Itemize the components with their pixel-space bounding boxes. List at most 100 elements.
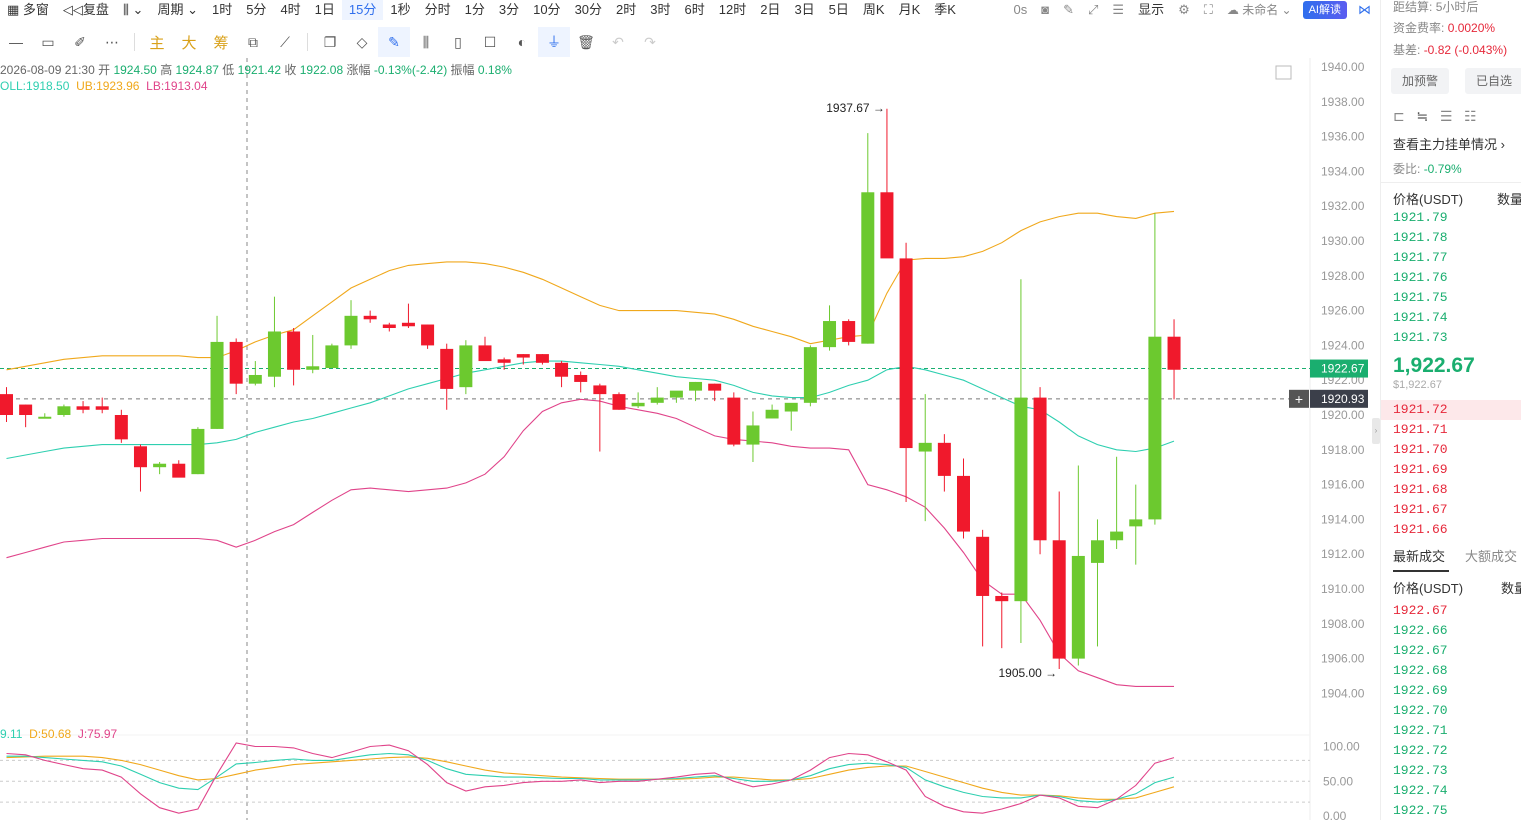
ask-row[interactable]: 1921.79 (1393, 210, 1448, 225)
tab-large-trades[interactable]: 大额成交 (1465, 546, 1517, 565)
cursor-line-icon[interactable]: — (0, 27, 32, 57)
rectangle-icon[interactable]: ▭ (32, 27, 64, 57)
filter-icon[interactable]: ⏚ (538, 27, 570, 57)
indicator-chips-button[interactable]: 筹 (205, 27, 237, 57)
period-1s[interactable]: 1秒 (383, 0, 417, 20)
tab-latest-trades[interactable]: 最新成交 (1393, 546, 1445, 565)
view-bids-icon[interactable]: ≒ (1416, 108, 1428, 124)
period-1m[interactable]: 1分 (458, 0, 492, 20)
period-1d[interactable]: 1日 (308, 0, 342, 20)
ai-analysis-button[interactable]: AI解读 (1302, 1, 1347, 19)
orderbook-view-icons[interactable]: ⊏ ≒ ☰ ☷ (1393, 108, 1477, 125)
period-2d[interactable]: 2日 (753, 0, 787, 20)
period-10m[interactable]: 10分 (526, 0, 567, 20)
candles-icon[interactable]: ⫼ (410, 27, 442, 57)
bid-row[interactable]: 1921.68 (1393, 482, 1448, 497)
bid-row[interactable]: 1921.69 (1393, 462, 1448, 477)
ask-row[interactable]: 1921.73 (1393, 330, 1448, 345)
close-label: 收 (284, 63, 297, 77)
copy-icon[interactable]: ❐ (314, 27, 346, 57)
favorite-button[interactable]: 已自选 (1465, 68, 1521, 94)
period-timeshare[interactable]: 分时 (418, 0, 458, 20)
trash-icon[interactable]: 🗑 (570, 27, 602, 57)
settle-row: 距结算: 5小时后 (1393, 0, 1478, 15)
candle-body (880, 192, 894, 259)
ask-row[interactable]: 1921.78 (1393, 230, 1448, 245)
kdj-d-line (6, 755, 1175, 800)
eraser-icon[interactable]: ◇ (346, 27, 378, 57)
measure-icon[interactable]: ⟋ (269, 27, 301, 57)
period-5m[interactable]: 5分 (239, 0, 273, 20)
period-3h[interactable]: 3时 (643, 0, 677, 20)
camera-icon[interactable]: ◙ (1034, 0, 1056, 20)
period-quarter[interactable]: 季K (927, 0, 963, 20)
orderbook-header: 价格(USDT) 数量 (1393, 189, 1521, 208)
period-1h[interactable]: 1时 (205, 0, 239, 20)
candle-body (210, 341, 224, 429)
kline-chart[interactable]: 1940.00 1938.00 1936.00 1934.00 1932.00 1930.… (0, 58, 1378, 820)
fullscreen-icon[interactable]: ⛶ (1197, 0, 1220, 20)
replay-button[interactable]: ◁◁复盘 (56, 0, 116, 20)
settle-value: 5小时后 (1435, 0, 1479, 14)
period-6h[interactable]: 6时 (678, 0, 712, 20)
ask-row[interactable]: 1921.77 (1393, 250, 1448, 265)
period-week[interactable]: 周K (856, 0, 892, 20)
display-button[interactable]: 显示 (1131, 0, 1171, 20)
multi-window-button[interactable]: ▦ 多窗 (0, 0, 56, 20)
period-5d[interactable]: 5日 (822, 0, 856, 20)
period-30m[interactable]: 30分 (568, 0, 609, 20)
pencil-icon[interactable]: ✎ (1056, 0, 1081, 20)
candle-body (114, 415, 128, 440)
ask-row[interactable]: 1921.74 (1393, 310, 1448, 325)
ask-row[interactable]: 1921.75 (1393, 290, 1448, 305)
settings-list-icon[interactable]: ☰ (1105, 0, 1131, 20)
magnet-icon[interactable]: ◐ (506, 27, 538, 57)
boll-info: OLL:1918.50 UB:1923.96 LB:1913.04 (0, 79, 208, 93)
expand-icon[interactable]: ⤢ (1081, 0, 1105, 20)
period-15m[interactable]: 15分 (341, 0, 384, 20)
view-both-icon[interactable]: ⊏ (1393, 108, 1405, 124)
note-edit-icon[interactable]: ☐ (474, 27, 506, 57)
draw-pen-icon[interactable]: ✎ (378, 27, 410, 57)
candle-body (133, 446, 147, 468)
bid-row[interactable]: 1921.67 (1393, 502, 1448, 517)
collapse-panel-handle[interactable]: › (1372, 418, 1380, 444)
candle-body (765, 409, 779, 419)
bid-row[interactable]: 1921.72 (1393, 402, 1448, 417)
bid-row[interactable]: 1921.71 (1393, 422, 1448, 437)
candle-body (669, 390, 683, 398)
period-2h[interactable]: 2时 (609, 0, 643, 20)
undo-icon[interactable]: ↶ (602, 27, 634, 57)
indicator-large-button[interactable]: 大 (173, 27, 205, 57)
divider (134, 33, 135, 51)
view-list-icon[interactable]: ☷ (1464, 108, 1477, 124)
more-icon[interactable]: ⋯ (96, 27, 128, 57)
main-orders-link[interactable]: 查看主力挂单情况 › (1393, 134, 1505, 153)
brush-icon[interactable]: ✐ (64, 27, 96, 57)
share-icon[interactable]: ⋈ (1351, 0, 1378, 20)
trade-row: 1922.69 (1393, 683, 1448, 698)
bid-row[interactable]: 1921.66 (1393, 522, 1448, 537)
clipboard-icon[interactable]: ▯ (442, 27, 474, 57)
period-dropdown[interactable]: 周期 ⌄ (150, 0, 205, 20)
price-tick-label: 1910.00 (1321, 582, 1365, 596)
bid-row[interactable]: 1921.70 (1393, 442, 1448, 457)
period-3m[interactable]: 3分 (492, 0, 526, 20)
redo-icon[interactable]: ↷ (634, 27, 666, 57)
funding-value: 0.0020% (1447, 21, 1496, 35)
gear-icon[interactable]: ⚙ (1171, 0, 1197, 20)
compare-icon[interactable]: ⧉ (237, 27, 269, 57)
chart-type-dropdown[interactable]: ⫼ ⌄ (116, 0, 151, 20)
candle-body (976, 536, 990, 596)
period-month[interactable]: 月K (892, 0, 928, 20)
layout-save-button[interactable]: ☁ 未命名 ⌄ (1220, 0, 1299, 20)
period-3d[interactable]: 3日 (787, 0, 821, 20)
open-label: 开 (98, 63, 111, 77)
view-asks-icon[interactable]: ☰ (1440, 108, 1453, 124)
boll-lower-label: LB:1913.04 (146, 79, 208, 93)
add-alert-button[interactable]: 加预警 (1391, 68, 1449, 94)
period-12h[interactable]: 12时 (712, 0, 753, 20)
period-4h[interactable]: 4时 (273, 0, 307, 20)
indicator-main-button[interactable]: 主 (141, 27, 173, 57)
ask-row[interactable]: 1921.76 (1393, 270, 1448, 285)
